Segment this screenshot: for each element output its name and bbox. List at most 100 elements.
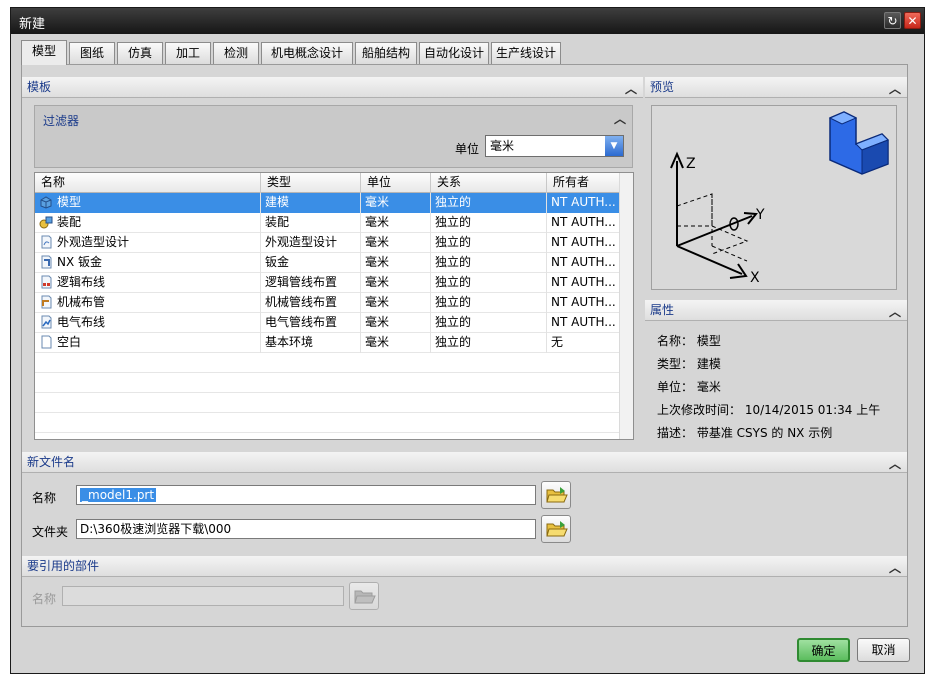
browse-file-button[interactable]: [541, 481, 571, 509]
assembly-icon: [39, 215, 53, 229]
row-owner: NT AUTH...: [547, 273, 621, 293]
row-relation: 独立的: [431, 293, 547, 313]
model-block-icon: [828, 111, 889, 175]
preview-section-title: 预览: [650, 80, 675, 94]
unit-select-value: 毫米: [490, 139, 515, 153]
column-header-owner[interactable]: 所有者: [547, 173, 621, 193]
cancel-button[interactable]: 取消: [857, 638, 910, 662]
row-relation: 独立的: [431, 233, 547, 253]
tab-model[interactable]: 模型: [21, 40, 67, 65]
row-unit: 毫米: [361, 233, 431, 253]
tab-drawing[interactable]: 图纸: [69, 42, 115, 64]
row-unit: 毫米: [361, 333, 431, 353]
folder-open-icon: [546, 487, 568, 503]
folder-input[interactable]: D:\360极速浏览器下载\000: [76, 519, 536, 539]
tab-mechatronics[interactable]: 机电概念设计: [261, 42, 353, 64]
property-description: 描述： 带基准 CSYS 的 NX 示例: [657, 426, 833, 440]
property-type: 类型： 建模: [657, 357, 721, 371]
tab-inspection[interactable]: 检测: [213, 42, 259, 64]
row-relation: 独立的: [431, 253, 547, 273]
collapse-preview-icon[interactable]: ︿: [889, 79, 901, 99]
file-name-value: _model1.prt: [80, 488, 157, 502]
filter-title: 过滤器: [43, 114, 80, 128]
unit-select[interactable]: 毫米 ▼: [485, 135, 624, 157]
y-axis-label: Y: [755, 207, 765, 223]
table-row[interactable]: 电气布线 电气管线布置 毫米 独立的 NT AUTH...: [35, 313, 633, 333]
tab-ship-structure[interactable]: 船舶结构: [355, 42, 417, 64]
folder-label: 文件夹: [32, 525, 69, 539]
browse-folder-button[interactable]: [541, 515, 571, 543]
row-name: 装配: [57, 215, 82, 229]
table-scrollbar[interactable]: [619, 173, 633, 439]
sheet-metal-icon: [39, 255, 53, 269]
properties-section-title: 属性: [650, 303, 675, 317]
row-unit: 毫米: [361, 293, 431, 313]
referenced-name-label: 名称: [32, 592, 57, 606]
row-name: NX 钣金: [57, 255, 103, 269]
new-file-dialog: 新建 ↻ ✕ 模型 图纸 仿真 加工 检测 机电概念设计 船舶结构 自动化设计 …: [10, 7, 925, 674]
row-type: 装配: [261, 213, 361, 233]
table-row[interactable]: NX 钣金 钣金 毫米 独立的 NT AUTH...: [35, 253, 633, 273]
row-owner: NT AUTH...: [547, 193, 621, 213]
properties-panel: 名称： 模型 类型： 建模 单位： 毫米 上次修改时间： 10/14/2015 …: [649, 322, 899, 448]
row-owner: NT AUTH...: [547, 213, 621, 233]
file-name-label: 名称: [32, 491, 57, 505]
tab-automation[interactable]: 自动化设计: [419, 42, 489, 64]
tab-simulation[interactable]: 仿真: [117, 42, 163, 64]
blank-icon: [39, 335, 53, 349]
row-type: 逻辑管线布置: [261, 273, 361, 293]
table-row[interactable]: 装配 装配 毫米 独立的 NT AUTH...: [35, 213, 633, 233]
empty-row: [35, 353, 633, 373]
table-row[interactable]: 机械布管 机械管线布置 毫米 独立的 NT AUTH...: [35, 293, 633, 313]
table-row[interactable]: 逻辑布线 逻辑管线布置 毫米 独立的 NT AUTH...: [35, 273, 633, 293]
z-axis-label: Z: [686, 156, 696, 172]
filter-group: 过滤器 ︿ 单位 毫米 ▼: [34, 105, 633, 168]
row-owner: NT AUTH...: [547, 313, 621, 333]
reset-icon[interactable]: ↻: [884, 12, 901, 29]
column-header-type[interactable]: 类型: [261, 173, 361, 193]
column-header-relation[interactable]: 关系: [431, 173, 547, 193]
table-row[interactable]: 模型 建模 毫米 独立的 NT AUTH...: [35, 193, 633, 213]
column-header-unit[interactable]: 单位: [361, 173, 431, 193]
table-row[interactable]: 外观造型设计 外观造型设计 毫米 独立的 NT AUTH...: [35, 233, 633, 253]
referenced-part-section-header[interactable]: 要引用的部件 ︿: [22, 556, 907, 577]
row-relation: 独立的: [431, 193, 547, 213]
templates-section-title: 模板: [27, 80, 52, 94]
title-bar: 新建 ↻ ✕: [11, 8, 924, 34]
folder-value: D:\360极速浏览器下载\000: [80, 522, 232, 536]
file-name-input[interactable]: _model1.prt: [76, 485, 536, 505]
row-name: 模型: [57, 195, 82, 209]
chevron-down-icon[interactable]: ▼: [605, 136, 623, 156]
preview-area: Z Y X: [651, 105, 897, 290]
templates-section-header[interactable]: 模板 ︿: [22, 77, 643, 98]
collapse-referenced-part-icon[interactable]: ︿: [889, 558, 901, 578]
row-name: 空白: [57, 335, 82, 349]
row-type: 基本环境: [261, 333, 361, 353]
mechanical-routing-icon: [39, 295, 53, 309]
empty-row: [35, 393, 633, 413]
properties-section-header[interactable]: 属性 ︿: [645, 300, 907, 321]
row-relation: 独立的: [431, 213, 547, 233]
property-name: 名称： 模型: [657, 334, 721, 348]
table-header: 名称 类型 单位 关系 所有者: [35, 173, 633, 193]
new-file-section-header[interactable]: 新文件名 ︿: [22, 452, 907, 473]
ok-button[interactable]: 确定: [797, 638, 850, 662]
preview-section-header[interactable]: 预览 ︿: [645, 77, 907, 98]
row-unit: 毫米: [361, 313, 431, 333]
tab-manufacturing[interactable]: 加工: [165, 42, 211, 64]
tab-line-design[interactable]: 生产线设计: [491, 42, 561, 64]
row-name: 机械布管: [57, 295, 106, 309]
close-icon[interactable]: ✕: [904, 12, 921, 29]
row-name: 外观造型设计: [57, 235, 130, 249]
collapse-new-file-icon[interactable]: ︿: [889, 454, 901, 474]
collapse-properties-icon[interactable]: ︿: [889, 302, 901, 322]
folder-open-icon: [354, 590, 376, 604]
row-type: 钣金: [261, 253, 361, 273]
row-unit: 毫米: [361, 213, 431, 233]
template-table: 名称 类型 单位 关系 所有者 模型 建模 毫米 独立的 NT AUTH... …: [34, 172, 634, 440]
unit-label: 单位: [455, 142, 480, 156]
table-row[interactable]: 空白 基本环境 毫米 独立的 无: [35, 333, 633, 353]
collapse-filter-icon[interactable]: ︿: [614, 110, 626, 127]
column-header-name[interactable]: 名称: [35, 173, 261, 193]
collapse-templates-icon[interactable]: ︿: [625, 79, 637, 99]
